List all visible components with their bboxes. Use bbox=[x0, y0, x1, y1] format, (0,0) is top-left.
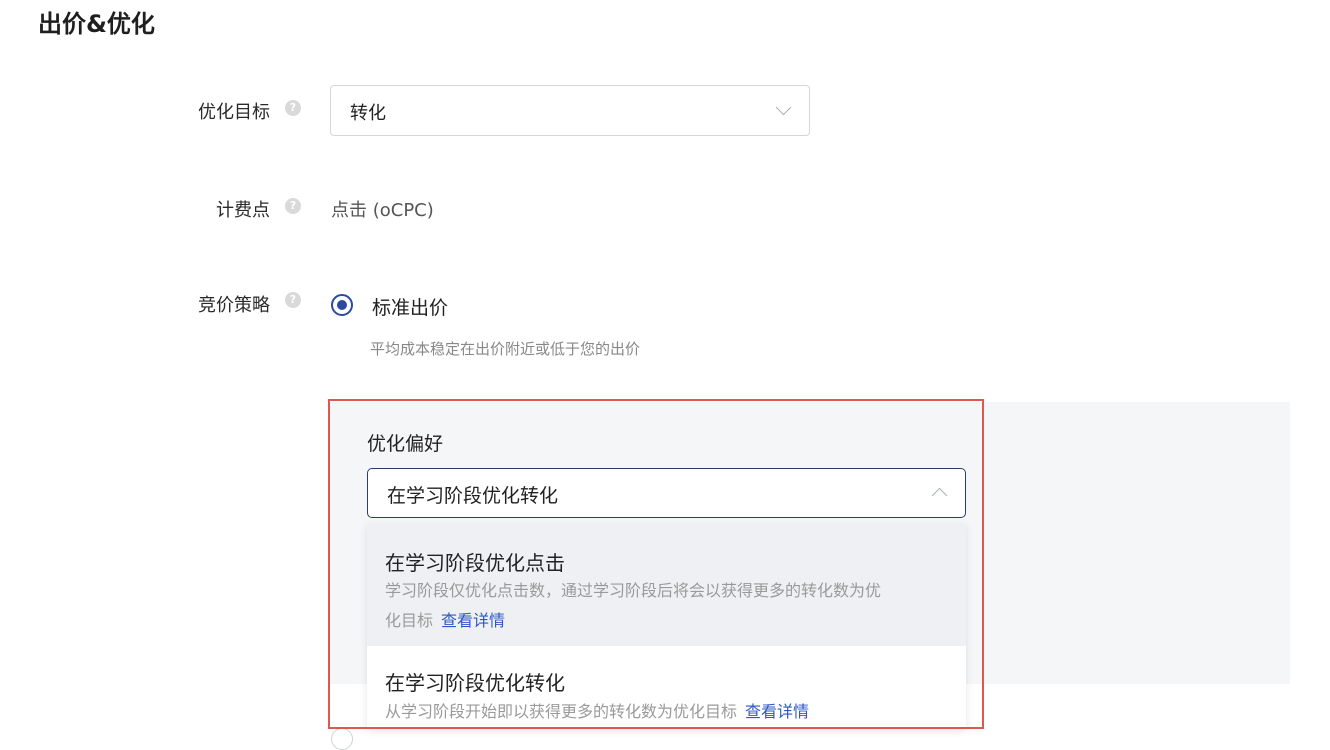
optimization-goal-select[interactable]: 转化 bbox=[330, 85, 810, 136]
dropdown-option-optimize-conversions[interactable]: 在学习阶段优化转化 从学习阶段开始即以获得更多的转化数为优化目标 查看详情 bbox=[367, 646, 966, 729]
preference-select[interactable]: 在学习阶段优化转化 bbox=[367, 468, 966, 518]
optimization-goal-value: 转化 bbox=[350, 103, 386, 124]
option-description: 学习阶段仅优化点击数，通过学习阶段后将会以获得更多的转化数为优 化目标 查看详情 bbox=[385, 576, 950, 636]
billing-point-label: 计费点 bbox=[216, 200, 270, 221]
standard-bid-label[interactable]: 标准出价 bbox=[372, 293, 448, 320]
option-description-line: 化目标 查看详情 bbox=[385, 606, 950, 636]
view-details-link[interactable]: 查看详情 bbox=[441, 611, 505, 630]
chevron-down-icon bbox=[775, 99, 792, 116]
standard-bid-radio[interactable] bbox=[331, 294, 353, 316]
question-circle-icon[interactable]: ? bbox=[285, 292, 301, 308]
option-description-line: 学习阶段仅优化点击数，通过学习阶段后将会以获得更多的转化数为优 bbox=[385, 581, 882, 600]
preference-dropdown: 在学习阶段优化点击 学习阶段仅优化点击数，通过学习阶段后将会以获得更多的转化数为… bbox=[367, 524, 966, 729]
option-description-text: 化目标 bbox=[385, 611, 434, 630]
preference-label: 优化偏好 bbox=[367, 433, 444, 455]
bid-strategy-label: 竞价策略 bbox=[198, 295, 270, 316]
option-description-text: 从学习阶段开始即以获得更多的转化数为优化目标 bbox=[385, 702, 738, 721]
optimization-goal-label: 优化目标 bbox=[198, 102, 270, 123]
page-title: 出价&优化 bbox=[38, 10, 155, 38]
question-circle-icon[interactable]: ? bbox=[285, 198, 301, 214]
option-title: 在学习阶段优化点击 bbox=[385, 551, 565, 575]
billing-point-value: 点击 (oCPC) bbox=[331, 200, 434, 221]
option-title: 在学习阶段优化转化 bbox=[385, 671, 565, 695]
question-circle-icon[interactable]: ? bbox=[285, 100, 301, 116]
chevron-up-icon bbox=[931, 487, 948, 504]
radio-selected-dot bbox=[337, 300, 347, 310]
preference-selected-value: 在学习阶段优化转化 bbox=[387, 485, 559, 507]
next-radio-partial[interactable] bbox=[331, 728, 353, 750]
standard-bid-description: 平均成本稳定在出价附近或低于您的出价 bbox=[370, 340, 641, 358]
view-details-link[interactable]: 查看详情 bbox=[745, 702, 809, 721]
dropdown-option-optimize-clicks[interactable]: 在学习阶段优化点击 学习阶段仅优化点击数，通过学习阶段后将会以获得更多的转化数为… bbox=[367, 524, 966, 646]
option-description: 从学习阶段开始即以获得更多的转化数为优化目标 查看详情 bbox=[385, 697, 950, 727]
